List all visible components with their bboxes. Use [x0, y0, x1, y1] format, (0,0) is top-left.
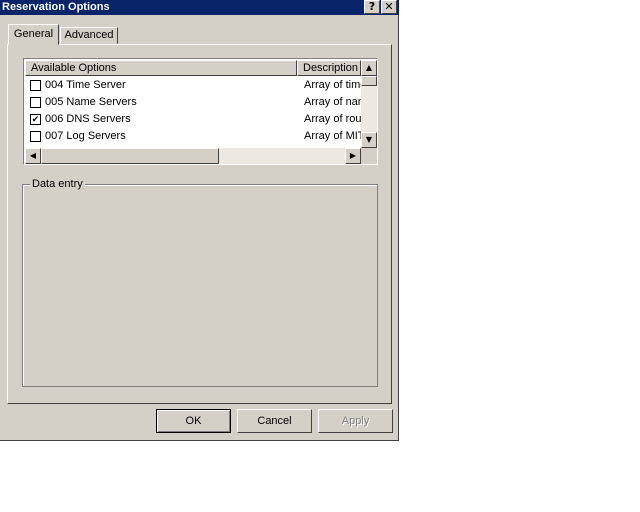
scrollbar-corner [361, 148, 377, 164]
option-label: 007 Log Servers [45, 130, 126, 142]
scroll-left-button[interactable]: ◀ [25, 148, 41, 164]
title-bar[interactable]: Reservation Options ? ✕ [0, 0, 399, 15]
arrow-down-icon: ▼ [365, 135, 373, 144]
data-entry-label: Data entry [30, 178, 85, 191]
option-checkbox[interactable] [30, 80, 41, 91]
checkmark-icon: ✔ [31, 114, 40, 124]
list-item[interactable]: 004 Time Server Array of time [25, 77, 361, 94]
tab-advanced[interactable]: Advanced [60, 27, 118, 44]
scroll-right-button[interactable]: ▶ [345, 148, 361, 164]
reservation-options-dialog: Reservation Options ? ✕ General Advanced… [0, 0, 399, 441]
scroll-up-button[interactable]: ▲ [361, 60, 377, 76]
ok-button[interactable]: OK [156, 409, 231, 433]
option-description: Array of MIT [304, 130, 361, 142]
list-item[interactable]: ✔ 006 DNS Servers Array of rout [25, 111, 361, 128]
arrow-right-icon: ▶ [349, 151, 357, 160]
option-label: 004 Time Server [45, 79, 126, 91]
scroll-down-button[interactable]: ▼ [361, 132, 377, 148]
option-label: 006 DNS Servers [45, 113, 131, 125]
arrow-left-icon: ◀ [29, 151, 37, 160]
cancel-button[interactable]: Cancel [237, 409, 312, 433]
vertical-scroll-thumb[interactable] [361, 76, 377, 86]
data-entry-group [22, 184, 378, 387]
option-checkbox[interactable] [30, 97, 41, 108]
close-button[interactable]: ✕ [381, 0, 397, 14]
option-checkbox[interactable]: ✔ [30, 114, 41, 125]
list-header: Available Options Description [25, 60, 361, 76]
column-header-available-options[interactable]: Available Options [25, 60, 297, 76]
help-icon: ? [368, 0, 376, 13]
option-label: 005 Name Servers [45, 96, 137, 108]
option-checkbox[interactable] [30, 131, 41, 142]
horizontal-scroll-thumb[interactable] [41, 148, 219, 164]
arrow-up-icon: ▲ [365, 63, 373, 72]
horizontal-scrollbar[interactable]: ◀ ▶ [25, 148, 361, 164]
available-options-list[interactable]: Available Options Description 004 Time S… [23, 58, 378, 165]
window-title: Reservation Options [2, 1, 110, 13]
option-description: Array of nam [304, 96, 361, 108]
apply-button[interactable]: Apply [318, 409, 393, 433]
column-header-description[interactable]: Description [297, 60, 361, 76]
list-item[interactable]: 005 Name Servers Array of nam [25, 94, 361, 111]
vertical-scrollbar[interactable]: ▲ ▼ [361, 60, 377, 148]
list-item[interactable]: 007 Log Servers Array of MIT [25, 128, 361, 145]
option-description: Array of rout [304, 113, 361, 125]
help-button[interactable]: ? [364, 0, 380, 14]
close-icon: ✕ [384, 0, 394, 13]
option-description: Array of time [304, 79, 361, 91]
tab-general[interactable]: General [8, 24, 59, 45]
